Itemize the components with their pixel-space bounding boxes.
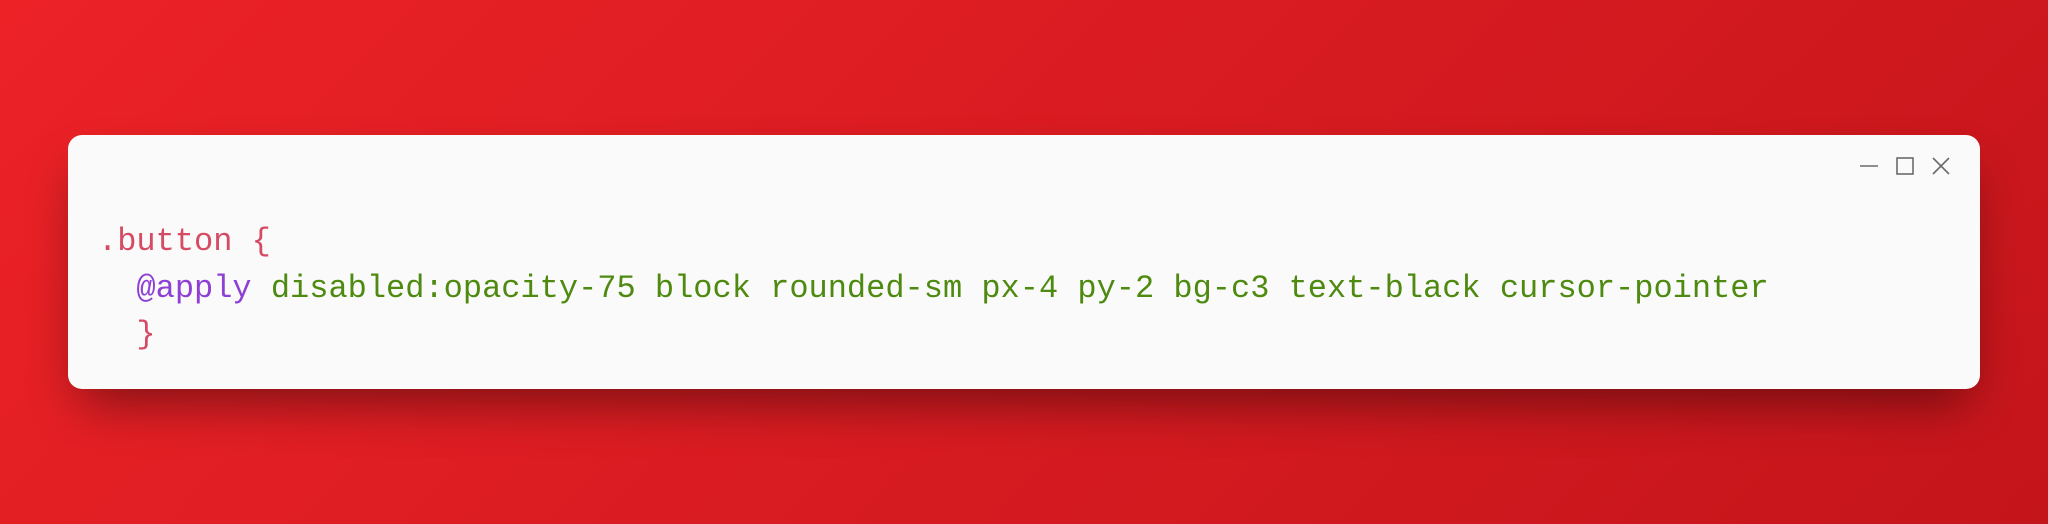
code-block: .button { @apply disabled:opacity-75 blo…: [98, 219, 1950, 358]
open-brace: {: [232, 223, 270, 260]
minimize-icon[interactable]: [1858, 155, 1880, 177]
close-brace: }: [136, 316, 155, 353]
space: [252, 270, 271, 307]
close-icon[interactable]: [1930, 155, 1952, 177]
indent: [98, 270, 136, 307]
maximize-icon[interactable]: [1894, 155, 1916, 177]
at-rule: @apply: [136, 270, 251, 307]
css-selector: .button: [98, 223, 232, 260]
window-controls: [1858, 155, 1952, 177]
apply-value: disabled:opacity-75 block rounded-sm px-…: [271, 270, 1769, 307]
code-window: .button { @apply disabled:opacity-75 blo…: [68, 135, 1980, 388]
indent: [98, 316, 136, 353]
